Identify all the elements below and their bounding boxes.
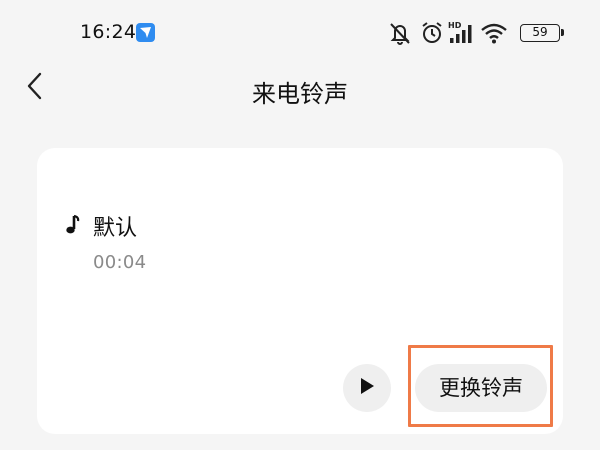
ringtone-name: 默认 [93, 216, 138, 241]
mute-icon [388, 20, 412, 50]
battery-level: 59 [532, 25, 548, 39]
alarm-icon [420, 20, 444, 50]
ringtone-duration: 00:04 [93, 252, 147, 273]
app-badge-icon [136, 23, 155, 42]
signal-hd-icon: HD [448, 20, 476, 50]
play-icon [359, 377, 375, 399]
play-button[interactable] [343, 364, 391, 412]
status-bar: 16:24 HD 59 [0, 0, 600, 64]
battery-icon: 59 [520, 24, 564, 42]
wifi-icon [480, 20, 508, 50]
status-time: 16:24 [80, 21, 137, 43]
page-title: 来电铃声 [252, 80, 348, 108]
highlight-box [408, 345, 553, 427]
header: 来电铃声 [0, 64, 600, 112]
svg-text:HD: HD [448, 21, 462, 30]
music-note-icon [65, 214, 81, 240]
status-icons: HD 59 [388, 20, 564, 46]
